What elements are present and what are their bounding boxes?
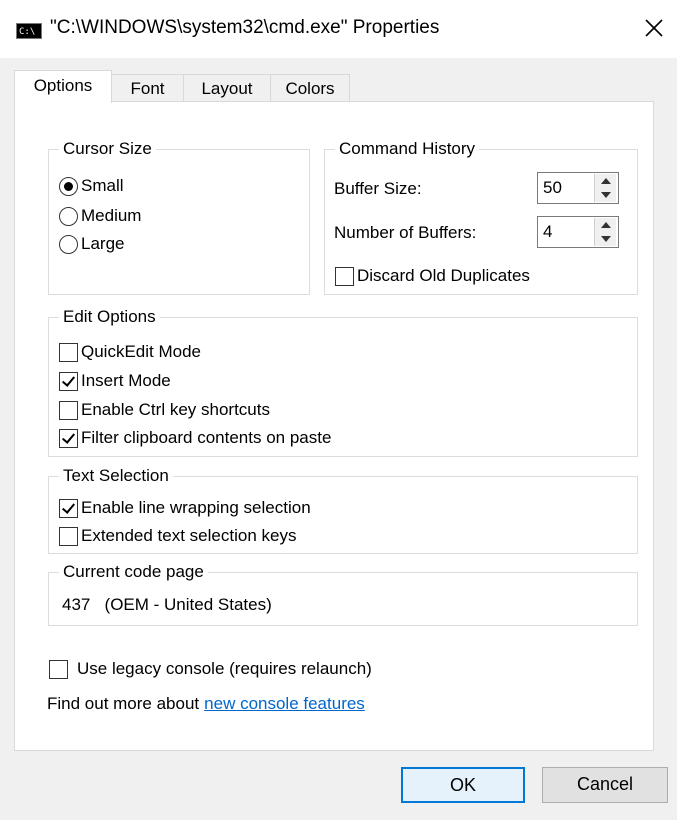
tab-strip: Options Font Layout Colors xyxy=(14,70,654,103)
enable-ctrl-shortcuts[interactable]: Enable Ctrl key shortcuts xyxy=(59,398,270,422)
radio-label: Small xyxy=(81,176,124,195)
find-out-text: Find out more about xyxy=(47,694,200,713)
discard-old-duplicates[interactable]: Discard Old Duplicates xyxy=(335,264,530,288)
arrow-up-icon xyxy=(600,222,611,228)
stepper-down-button[interactable] xyxy=(595,232,616,246)
stepper-up-button[interactable] xyxy=(595,218,616,233)
radio-medium[interactable]: Medium xyxy=(59,204,141,228)
close-button[interactable] xyxy=(636,12,672,44)
title-bar: C:\ "C:\WINDOWS\system32\cmd.exe" Proper… xyxy=(0,0,677,58)
buffer-size-label: Buffer Size: xyxy=(334,179,422,198)
checkbox-label: Enable line wrapping selection xyxy=(81,498,311,517)
radio-large[interactable]: Large xyxy=(59,232,124,256)
text-selection-group: Text Selection Enable line wrapping sele… xyxy=(48,465,638,554)
stepper-arrows xyxy=(594,174,617,202)
checkbox-label: QuickEdit Mode xyxy=(81,342,201,361)
edit-options-group: Edit Options QuickEdit Mode Insert Mode … xyxy=(48,306,638,457)
stepper-down-button[interactable] xyxy=(595,188,616,202)
checkbox[interactable] xyxy=(59,526,78,546)
checkbox[interactable] xyxy=(335,266,354,286)
checkbox-label: Insert Mode xyxy=(81,371,171,390)
arrow-up-icon xyxy=(600,178,611,184)
buffer-size-stepper[interactable]: 50 xyxy=(537,172,619,204)
checkbox[interactable] xyxy=(59,400,78,420)
radio-button[interactable] xyxy=(59,206,78,226)
code-page-value: 437 (OEM - United States) xyxy=(62,595,272,614)
checkbox-label: Discard Old Duplicates xyxy=(357,266,530,285)
radio-small[interactable]: Small xyxy=(59,174,124,198)
stepper-up-button[interactable] xyxy=(595,174,616,189)
number-of-buffers-value[interactable]: 4 xyxy=(543,222,552,242)
stepper-arrows xyxy=(594,218,617,246)
buffer-size-value[interactable]: 50 xyxy=(543,178,562,198)
checkbox-label: Filter clipboard contents on paste xyxy=(81,428,332,447)
tab-options[interactable]: Options xyxy=(14,70,112,103)
number-of-buffers-stepper[interactable]: 4 xyxy=(537,216,619,248)
text-selection-title: Text Selection xyxy=(59,465,173,487)
checkbox-label: Extended text selection keys xyxy=(81,526,297,545)
legacy-console[interactable]: Use legacy console (requires relaunch) xyxy=(49,657,372,681)
cmd-icon: C:\ xyxy=(16,23,42,39)
tab-layout[interactable]: Layout xyxy=(183,74,271,102)
ok-button[interactable]: OK xyxy=(401,767,525,803)
checkbox[interactable] xyxy=(59,498,78,518)
checkbox[interactable] xyxy=(49,659,68,679)
tab-font[interactable]: Font xyxy=(111,74,184,102)
find-out-more: Find out more about new console features xyxy=(47,692,365,716)
new-console-features-link[interactable]: new console features xyxy=(204,694,365,714)
radio-button[interactable] xyxy=(59,176,78,196)
line-wrapping-selection[interactable]: Enable line wrapping selection xyxy=(59,496,311,520)
checkbox[interactable] xyxy=(59,342,78,362)
insert-mode[interactable]: Insert Mode xyxy=(59,369,171,393)
arrow-down-icon xyxy=(600,192,611,198)
code-page-group: Current code page 437 (OEM - United Stat… xyxy=(48,561,638,626)
checkbox-label: Enable Ctrl key shortcuts xyxy=(81,400,270,419)
radio-label: Large xyxy=(81,234,125,253)
options-panel: Cursor Size Small Medium Large Command H… xyxy=(14,101,654,751)
cursor-size-title: Cursor Size xyxy=(59,138,156,160)
cursor-size-group: Cursor Size Small Medium Large xyxy=(48,138,310,295)
filter-clipboard[interactable]: Filter clipboard contents on paste xyxy=(59,426,331,450)
number-of-buffers-label: Number of Buffers: xyxy=(334,223,477,242)
radio-button[interactable] xyxy=(59,234,78,254)
edit-options-title: Edit Options xyxy=(59,306,160,328)
arrow-down-icon xyxy=(600,236,611,242)
command-history-group: Command History Buffer Size: 50 Number o… xyxy=(324,138,638,295)
window-title: "C:\WINDOWS\system32\cmd.exe" Properties xyxy=(50,17,440,38)
checkbox[interactable] xyxy=(59,428,78,448)
code-page-title: Current code page xyxy=(59,561,208,583)
command-history-title: Command History xyxy=(335,138,480,160)
radio-label: Medium xyxy=(81,206,142,225)
tab-colors[interactable]: Colors xyxy=(270,74,350,102)
close-icon xyxy=(645,19,663,37)
extended-selection-keys[interactable]: Extended text selection keys xyxy=(59,524,296,548)
checkbox[interactable] xyxy=(59,371,78,391)
checkbox-label: Use legacy console (requires relaunch) xyxy=(77,659,372,678)
quickedit-mode[interactable]: QuickEdit Mode xyxy=(59,340,201,364)
cancel-button[interactable]: Cancel xyxy=(542,767,668,803)
